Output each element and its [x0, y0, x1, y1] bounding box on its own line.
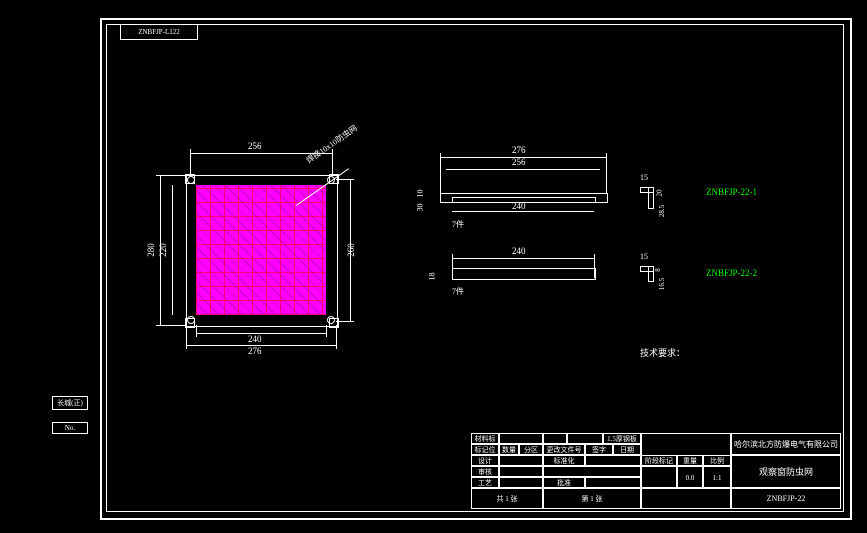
tb-r2c1: 设计 — [471, 455, 499, 466]
title-block: 材料标记 1.5厚钢板 标记位 数量 分区 更改文件号 签字 日期 设计 标准化… — [471, 433, 841, 509]
sec-b-top: 240 — [512, 246, 526, 256]
sec-b-right-tiny-b: 16.5 — [658, 278, 666, 290]
dim-bot-ext1 — [186, 325, 187, 349]
tb-stage-v — [641, 466, 677, 488]
tb-r0c2 — [543, 433, 567, 444]
sec-a-dim-mid-line — [446, 169, 600, 170]
sec-b-note: 7件 — [452, 286, 464, 297]
tb-sheet2: 第 1 张 — [543, 488, 641, 509]
dim-bot-ext2 — [196, 325, 197, 337]
tb-r2c3: 标准化 — [543, 455, 585, 466]
sec-a-ext-r — [606, 153, 607, 193]
dim-top-ext-l — [190, 149, 191, 175]
tb-r4c3: 批准 — [543, 477, 585, 488]
left-info-2: No. — [52, 422, 88, 434]
tb-weight-v: 0.0 — [677, 466, 703, 488]
dim-top: 256 — [248, 141, 262, 151]
dim-bot-ext3 — [326, 325, 327, 337]
tb-r1c1: 标记位 — [471, 444, 499, 455]
tb-r0c1 — [499, 433, 543, 444]
sec-a-top-mid: 256 — [512, 157, 526, 167]
tb-mid-bot — [641, 488, 731, 509]
hole-tl — [187, 176, 195, 184]
tb-company: 哈尔滨北方防爆电气有限公司 — [731, 433, 841, 455]
mesh-hatch — [196, 185, 326, 315]
sec-a-right-tiny-t: 20 — [656, 190, 664, 197]
sec-a-left-top: 10 — [416, 190, 425, 198]
hole-br — [327, 316, 335, 324]
dim-bot-outer: 276 — [248, 346, 262, 356]
dim-left-outer: 280 — [146, 243, 156, 257]
sec-a-ext-l — [440, 153, 441, 193]
sec-a-top-outer: 276 — [512, 145, 526, 155]
tb-scale-l: 比例 — [703, 455, 731, 466]
tb-r1c4: 更改文件号 — [543, 444, 585, 455]
dim-right-ext-b — [336, 321, 354, 322]
tb-r4c4 — [585, 477, 641, 488]
dim-right-ext-t — [336, 179, 354, 180]
dim-bot-inner: 240 — [248, 334, 262, 344]
tb-r1c3: 分区 — [519, 444, 543, 455]
tb-r1c5: 签字 — [585, 444, 613, 455]
sec-a-dim-bot-line — [452, 211, 594, 212]
tb-r0c0: 材料标记 — [471, 433, 499, 444]
sec-b-bar — [452, 268, 596, 280]
dim-left-inner-line — [172, 185, 173, 315]
tb-r3c1: 审核 — [471, 466, 499, 477]
tb-r3c3 — [543, 466, 641, 477]
tb-weight-l: 重量 — [677, 455, 703, 466]
sec-b-dim-line — [452, 258, 594, 259]
dim-right: 260 — [346, 243, 356, 257]
tb-dwgno: ZNBFJP-22 — [731, 488, 841, 509]
dim-top-ext-r — [332, 149, 333, 175]
tb-r0c4: 1.5厚钢板 — [603, 433, 641, 444]
sec-a-right-tiny-b: 28.5 — [658, 205, 666, 217]
dim-left-ext-t — [156, 175, 186, 176]
tb-r3c2 — [499, 466, 543, 477]
tb-sheet: 共 1 张 — [471, 488, 543, 509]
hole-bl — [187, 316, 195, 324]
tb-r2c2 — [499, 455, 543, 466]
tb-r4c1: 工艺 — [471, 477, 499, 488]
dim-left-ext-b — [156, 325, 186, 326]
sec-a-right-small: 15 — [640, 173, 648, 182]
dim-bot-ext4 — [336, 325, 337, 349]
sec-b-ext-l — [452, 254, 453, 278]
sec-b-right-tiny-t: 8 — [654, 268, 662, 272]
sec-b-ext-r — [594, 254, 595, 278]
dim-left-outer-line — [160, 175, 161, 325]
sec-b-part-label: ZNBFJP-22-2 — [706, 268, 757, 278]
tb-r0c3 — [567, 433, 603, 444]
left-info-1: 长城(正) — [52, 396, 88, 410]
tb-stage-l: 阶段标记 — [641, 455, 677, 466]
tb-r1c6: 日期 — [613, 444, 641, 455]
tb-scale-v: 1:1 — [703, 466, 731, 488]
sec-a-bot: 240 — [512, 201, 526, 211]
tb-r1c2: 数量 — [499, 444, 519, 455]
tech-note: 技术要求： — [640, 346, 685, 359]
sec-a-bracket-side — [648, 187, 654, 209]
tb-r2c4 — [585, 455, 641, 466]
sec-a-note: 7件 — [452, 219, 464, 230]
sec-a-left-bot: 30 — [416, 204, 425, 212]
tb-title: 观察窗防虫网 — [731, 455, 841, 488]
sec-b-right: 15 — [640, 252, 648, 261]
drawing-number-tab: ZNBFJP-L122 — [120, 24, 198, 40]
tb-r4c2 — [499, 477, 543, 488]
sec-b-left: 18 — [428, 273, 437, 281]
sec-a-part-label: ZNBFJP-22-1 — [706, 187, 757, 197]
